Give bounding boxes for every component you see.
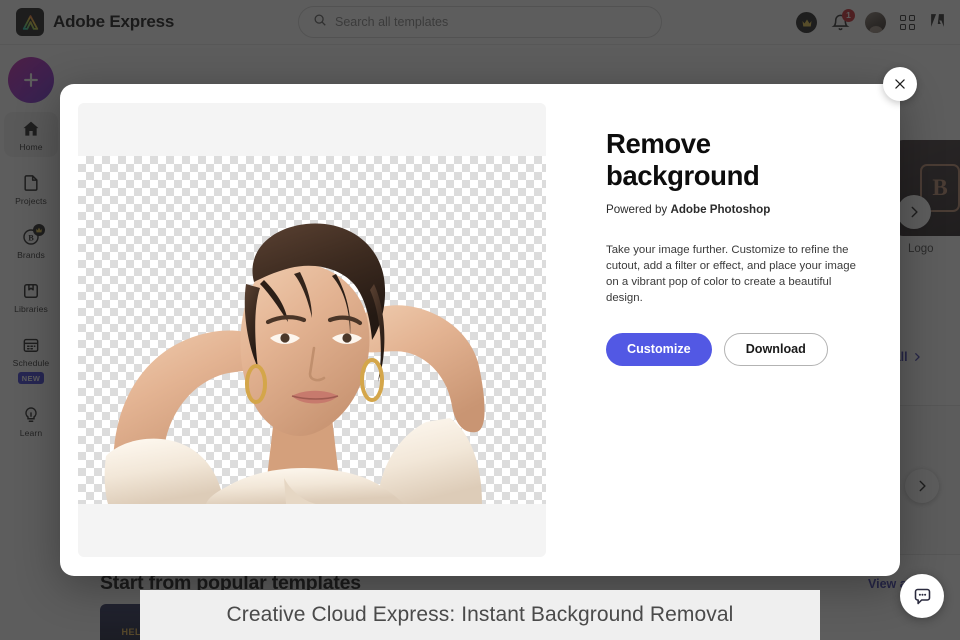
modal-info-pane: Remove background Powered by Adobe Photo… [564, 84, 900, 576]
close-button[interactable] [883, 67, 917, 101]
image-preview-pane [60, 84, 564, 576]
powered-by-brand: Adobe Photoshop [670, 202, 771, 216]
modal-description: Take your image further. Customize to re… [606, 243, 856, 305]
preview-frame [78, 103, 546, 557]
remove-background-modal: Remove background Powered by Adobe Photo… [60, 67, 917, 576]
chat-bubble-icon [914, 588, 930, 604]
cutout-portrait-image [104, 223, 485, 504]
customize-button[interactable]: Customize [606, 332, 712, 366]
chat-support-button[interactable] [900, 574, 944, 618]
powered-by-line: Powered by Adobe Photoshop [606, 203, 866, 216]
modal-title: Remove background [606, 128, 760, 192]
transparency-checkerboard [78, 156, 546, 504]
powered-by-prefix: Powered by [606, 202, 671, 216]
modal-action-row: Customize Download [606, 332, 866, 366]
download-button[interactable]: Download [723, 332, 828, 366]
close-icon [895, 79, 905, 89]
caption-text: Creative Cloud Express: Instant Backgrou… [226, 603, 734, 626]
video-caption-bar: Creative Cloud Express: Instant Backgrou… [140, 590, 820, 640]
